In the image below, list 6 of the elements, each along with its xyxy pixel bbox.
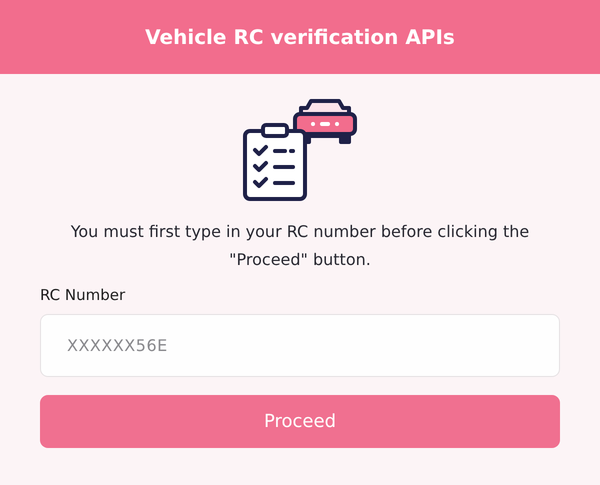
instruction-text: You must first type in your RC number before clicking the "Proceed" button.: [70, 221, 530, 271]
page-title: Vehicle RC verification APIs: [145, 25, 455, 49]
checklist-car-icon: [243, 96, 357, 204]
proceed-button[interactable]: Proceed: [40, 395, 560, 448]
rc-number-field[interactable]: XXXXXX56E: [40, 314, 560, 377]
field-label: RC Number: [40, 286, 126, 304]
